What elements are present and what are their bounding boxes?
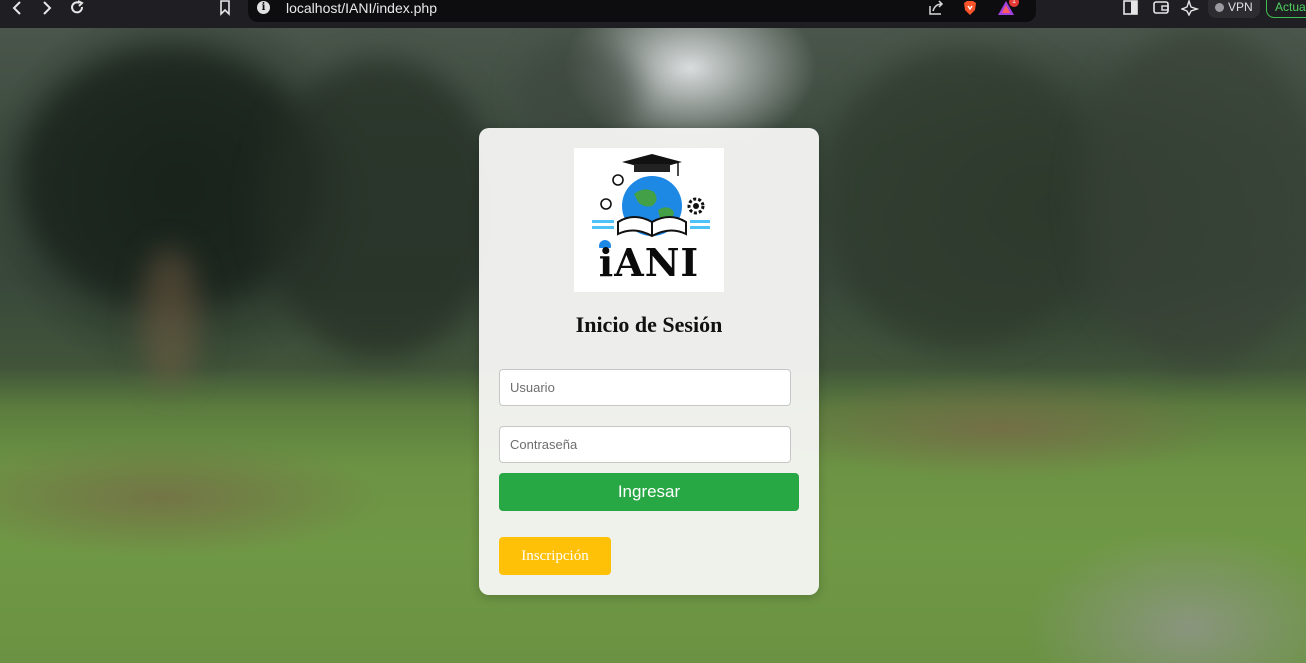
brave-shields-icon[interactable] [962, 0, 978, 16]
address-url[interactable]: localhost/IANI/index.php [286, 0, 437, 16]
share-icon[interactable] [927, 0, 945, 16]
login-button[interactable]: Ingresar [499, 473, 799, 511]
vpn-status-icon [1215, 3, 1224, 12]
wallet-icon[interactable] [1152, 0, 1170, 16]
signup-button[interactable]: Inscripción [499, 537, 611, 575]
forward-icon[interactable] [36, 0, 58, 18]
back-icon[interactable] [6, 0, 28, 18]
rewards-badge: 1 [1009, 0, 1019, 7]
update-button[interactable]: Actualizar [1266, 0, 1306, 18]
address-bar[interactable]: i localhost/IANI/index.php 1 [248, 0, 1036, 22]
logo-text: iANI [598, 240, 700, 285]
sidebar-icon[interactable] [1122, 0, 1140, 16]
reload-icon[interactable] [66, 0, 88, 18]
password-input[interactable] [499, 426, 791, 463]
iani-logo: iANI [574, 148, 724, 292]
leo-ai-icon[interactable] [1180, 0, 1200, 17]
login-card: iANI Inicio de Sesión Ingresar Inscripci… [479, 128, 819, 595]
bookmark-icon[interactable] [214, 0, 236, 18]
username-input[interactable] [499, 369, 791, 406]
site-info-icon[interactable]: i [257, 1, 270, 14]
globe-book-icon [592, 154, 710, 252]
vpn-label: VPN [1228, 0, 1253, 14]
browser-toolbar: i localhost/IANI/index.php 1 VPN Actuali… [0, 0, 1306, 28]
page-background: iANI Inicio de Sesión Ingresar Inscripci… [0, 28, 1306, 663]
page-title: Inicio de Sesión [575, 312, 723, 337]
vpn-button[interactable]: VPN [1208, 0, 1260, 18]
